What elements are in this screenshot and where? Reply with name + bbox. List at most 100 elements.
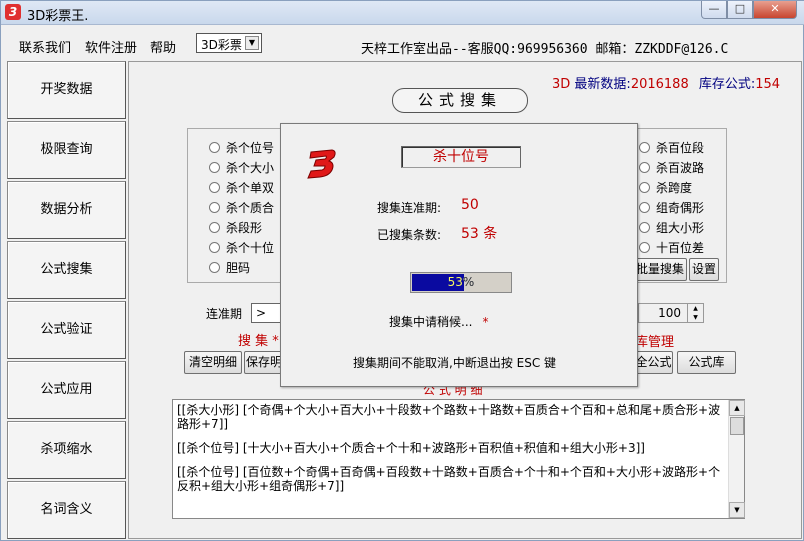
radio-dot[interactable] [639, 162, 650, 173]
radio-kill-ones-digit[interactable]: 杀个位号 [209, 139, 274, 156]
radio-label: 杀百波路 [656, 161, 705, 175]
radio-label: 杀个位号 [226, 141, 275, 155]
radio-dot[interactable] [209, 162, 220, 173]
radio-group-size-shape[interactable]: 组大小形 [639, 219, 704, 236]
radio-label: 杀个大小 [226, 161, 275, 175]
esc-note: 搜集期间不能取消,中断退出按 ESC 键 [353, 356, 557, 370]
radio-kill-span[interactable]: 杀跨度 [639, 179, 692, 196]
studio-credit: 天梓工作室出品--客服QQ:969956360 邮箱：ZZKDDF@126.C [361, 42, 729, 57]
radio-dot[interactable] [209, 182, 220, 193]
chevron-down-icon[interactable]: ▼ [245, 36, 259, 50]
sidebar-item-limit-query[interactable]: 极限查询 [7, 121, 126, 179]
radio-kill-ones-parity[interactable]: 杀个单双 [209, 179, 274, 196]
radio-kill-segment-shape[interactable]: 杀段形 [209, 219, 262, 236]
period-value: 50 [461, 197, 479, 213]
scroll-up-icon[interactable]: ▲ [729, 400, 745, 416]
radio-dot[interactable] [639, 142, 650, 153]
save-detail-button[interactable]: 保存明 [244, 351, 284, 374]
radio-dot[interactable] [639, 242, 650, 253]
lianzhun-label: 连准期 [206, 307, 243, 321]
detail-scrollbar[interactable]: ▲ ▼ [728, 400, 745, 518]
radio-kill-ones-tens[interactable]: 杀个十位 [209, 239, 274, 256]
radio-dot[interactable] [209, 202, 220, 213]
stock-label: 库存公式: [698, 77, 756, 92]
latest-label: 最新数据: [574, 77, 631, 92]
app-window: 3 3D彩票王. — □ ✕ 联系我们 软件注册 帮助 3D彩票 ▼ 天梓工作室… [0, 0, 804, 541]
radio-kill-ones-size[interactable]: 杀个大小 [209, 159, 274, 176]
stock-value: 154 [755, 77, 781, 92]
radio-label: 杀跨度 [656, 181, 693, 195]
formula-library-button[interactable]: 公式库 [677, 351, 736, 374]
collect-header: 搜 集 * [238, 334, 279, 349]
count-label: 已搜集条数: [377, 228, 442, 242]
settings-button[interactable]: 设置 [689, 258, 719, 281]
radio-kill-hundreds-wave[interactable]: 杀百波路 [639, 159, 704, 176]
radio-dot[interactable] [639, 182, 650, 193]
radio-dot[interactable] [209, 262, 220, 273]
scroll-down-icon[interactable]: ▼ [729, 502, 745, 518]
app-logo-icon: 3 [5, 4, 21, 20]
detail-line: [[杀个位号] [十大小+百大小+个质合+个十和+波路形+百积值+积值和+组大小… [177, 441, 645, 455]
radio-dot[interactable] [639, 222, 650, 233]
radio-label: 杀个十位 [226, 241, 275, 255]
progress-text: 53% [447, 275, 475, 289]
sidebar-item-glossary[interactable]: 名词含义 [7, 481, 126, 539]
lottery-type: 3D [552, 77, 571, 92]
radio-label: 组大小形 [656, 221, 705, 235]
lottery-logo-icon [307, 149, 336, 179]
sidebar-item-formula-verify[interactable]: 公式验证 [7, 301, 126, 359]
radio-label: 杀个单双 [226, 181, 275, 195]
library-header: 库管理 [635, 335, 675, 350]
clear-detail-button[interactable]: 清空明细 [184, 351, 242, 374]
wait-message: 搜集中请稍候... * [389, 313, 488, 330]
radio-label: 胆码 [226, 261, 251, 275]
radio-label: 杀段形 [226, 221, 263, 235]
sidebar-item-data-analysis[interactable]: 数据分析 [7, 181, 126, 239]
radio-kill-ones-prime[interactable]: 杀个质合 [209, 199, 274, 216]
minimize-button[interactable]: — [701, 1, 727, 19]
radio-label: 杀百位段 [656, 141, 705, 155]
menu-register[interactable]: 软件注册 [85, 37, 137, 56]
radio-dot[interactable] [209, 142, 220, 153]
scroll-thumb[interactable] [730, 417, 744, 435]
all-formula-button[interactable]: 全公式 [634, 351, 673, 374]
period-spinner-value: 100 [658, 306, 681, 320]
dialog-title: 杀十位号 [401, 146, 521, 168]
radio-label: 组奇偶形 [656, 201, 705, 215]
count-value: 53 条 [461, 226, 498, 242]
collect-progress-dialog: 杀十位号 搜集连准期: 50 已搜集条数: 53 条 53% 搜集中请稍候...… [280, 123, 638, 387]
detail-line: [[杀个位号] [百位数+个奇偶+百奇偶+百段数+十路数+百质合+个十和+个百和… [177, 465, 721, 493]
progress-bar: 53% [410, 272, 512, 293]
radio-group-parity-shape[interactable]: 组奇偶形 [639, 199, 704, 216]
menu-contact[interactable]: 联系我们 [19, 37, 71, 56]
wait-text: 搜集中请稍候... [389, 315, 473, 329]
sidebar-item-formula-apply[interactable]: 公式应用 [7, 361, 126, 419]
close-button[interactable]: ✕ [753, 1, 797, 19]
sidebar-item-draw-data[interactable]: 开奖数据 [7, 61, 126, 119]
wait-mark: * [482, 315, 489, 329]
radio-dot[interactable] [209, 242, 220, 253]
radio-tens-hundreds-diff[interactable]: 十百位差 [639, 239, 704, 256]
radio-banker-code[interactable]: 胆码 [209, 259, 250, 276]
latest-value: 2016188 [630, 77, 689, 92]
formula-detail-textarea[interactable]: [[杀大小形] [个奇偶+个大小+百大小+十段数+个路数+十路数+百质合+个百和… [172, 399, 745, 519]
sidebar-item-formula-collect[interactable]: 公式搜集 [7, 241, 126, 299]
radio-dot[interactable] [209, 222, 220, 233]
sidebar: 开奖数据 极限查询 数据分析 公式搜集 公式验证 公式应用 杀项缩水 名词含义 [5, 61, 126, 539]
radio-label: 十百位差 [656, 241, 705, 255]
lottery-select-value: 3D彩票 [201, 38, 242, 52]
lottery-select[interactable]: 3D彩票 ▼ [196, 33, 262, 53]
spinner-arrows-icon[interactable]: ▲ ▼ [687, 304, 703, 322]
radio-kill-hundreds-segment[interactable]: 杀百位段 [639, 139, 704, 156]
batch-collect-button[interactable]: 批量搜集 [633, 258, 687, 281]
radio-label: 杀个质合 [226, 201, 275, 215]
lianzhun-operator-select[interactable]: > [251, 303, 283, 323]
radio-dot[interactable] [639, 202, 650, 213]
maximize-button[interactable]: □ [727, 1, 753, 19]
detail-line: [[杀大小形] [个奇偶+个大小+百大小+十段数+个路数+十路数+百质合+个百和… [177, 403, 721, 431]
sidebar-item-kill-shrink[interactable]: 杀项缩水 [7, 421, 126, 479]
period-spinner[interactable]: 100 ▲ ▼ [638, 303, 704, 323]
menu-help[interactable]: 帮助 [150, 37, 176, 56]
title-bar: 3 3D彩票王. — □ ✕ [1, 1, 804, 25]
period-label: 搜集连准期: [377, 201, 442, 215]
